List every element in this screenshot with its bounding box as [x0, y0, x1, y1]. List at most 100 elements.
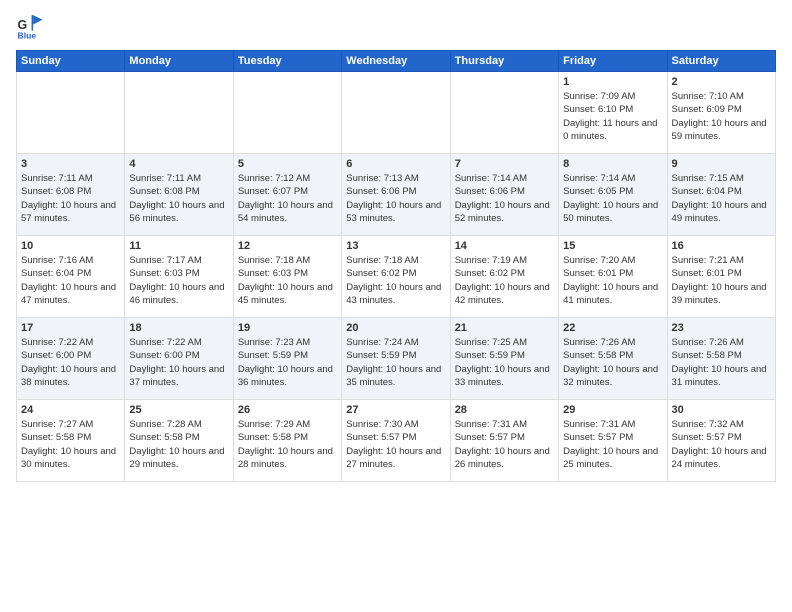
- calendar-cell: [125, 72, 233, 154]
- day-number: 28: [455, 404, 554, 416]
- day-number: 3: [21, 158, 120, 170]
- day-info: Daylight: 10 hours and 43 minutes.: [346, 281, 445, 308]
- day-info: Sunset: 6:05 PM: [563, 185, 662, 198]
- day-number: 2: [672, 76, 771, 88]
- day-info: Sunset: 5:57 PM: [563, 431, 662, 444]
- col-header-sunday: Sunday: [17, 51, 125, 72]
- calendar-cell: 7Sunrise: 7:14 AMSunset: 6:06 PMDaylight…: [450, 154, 558, 236]
- day-number: 16: [672, 240, 771, 252]
- calendar-cell: 24Sunrise: 7:27 AMSunset: 5:58 PMDayligh…: [17, 400, 125, 482]
- day-info: Daylight: 10 hours and 25 minutes.: [563, 445, 662, 472]
- calendar-cell: 5Sunrise: 7:12 AMSunset: 6:07 PMDaylight…: [233, 154, 341, 236]
- day-info: Sunset: 5:58 PM: [129, 431, 228, 444]
- day-info: Sunrise: 7:15 AM: [672, 172, 771, 185]
- day-number: 22: [563, 322, 662, 334]
- day-info: Daylight: 10 hours and 31 minutes.: [672, 363, 771, 390]
- week-row-4: 17Sunrise: 7:22 AMSunset: 6:00 PMDayligh…: [17, 318, 776, 400]
- col-header-thursday: Thursday: [450, 51, 558, 72]
- day-info: Sunrise: 7:18 AM: [238, 254, 337, 267]
- calendar-cell: [17, 72, 125, 154]
- day-info: Sunrise: 7:28 AM: [129, 418, 228, 431]
- calendar-cell: 1Sunrise: 7:09 AMSunset: 6:10 PMDaylight…: [559, 72, 667, 154]
- day-info: Sunset: 5:57 PM: [672, 431, 771, 444]
- logo-icon: G Blue: [16, 12, 44, 40]
- calendar-cell: 20Sunrise: 7:24 AMSunset: 5:59 PMDayligh…: [342, 318, 450, 400]
- calendar-cell: 8Sunrise: 7:14 AMSunset: 6:05 PMDaylight…: [559, 154, 667, 236]
- day-info: Sunset: 5:59 PM: [455, 349, 554, 362]
- day-info: Sunrise: 7:23 AM: [238, 336, 337, 349]
- col-header-tuesday: Tuesday: [233, 51, 341, 72]
- day-info: Sunrise: 7:31 AM: [455, 418, 554, 431]
- calendar-table: SundayMondayTuesdayWednesdayThursdayFrid…: [16, 50, 776, 482]
- day-info: Sunset: 5:58 PM: [238, 431, 337, 444]
- day-number: 6: [346, 158, 445, 170]
- day-info: Daylight: 10 hours and 27 minutes.: [346, 445, 445, 472]
- col-header-wednesday: Wednesday: [342, 51, 450, 72]
- day-info: Sunset: 6:08 PM: [129, 185, 228, 198]
- calendar-cell: [450, 72, 558, 154]
- calendar-cell: 18Sunrise: 7:22 AMSunset: 6:00 PMDayligh…: [125, 318, 233, 400]
- day-info: Daylight: 10 hours and 29 minutes.: [129, 445, 228, 472]
- calendar-cell: 3 Sunrise: 7:11 AMSunset: 6:08 PMDaylight…: [17, 154, 125, 236]
- day-info: Sunset: 6:01 PM: [672, 267, 771, 280]
- day-info: Daylight: 10 hours and 57 minutes.: [21, 199, 120, 226]
- day-info: Sunrise: 7:20 AM: [563, 254, 662, 267]
- day-info: Sunrise: 7:18 AM: [346, 254, 445, 267]
- day-info: Sunset: 6:08 PM: [21, 185, 120, 198]
- day-info: Daylight: 10 hours and 38 minutes.: [21, 363, 120, 390]
- day-info: Daylight: 10 hours and 59 minutes.: [672, 117, 771, 144]
- calendar-cell: 2Sunrise: 7:10 AMSunset: 6:09 PMDaylight…: [667, 72, 775, 154]
- day-info: Daylight: 10 hours and 26 minutes.: [455, 445, 554, 472]
- calendar-cell: 15Sunrise: 7:20 AMSunset: 6:01 PMDayligh…: [559, 236, 667, 318]
- day-info: Sunrise: 7:31 AM: [563, 418, 662, 431]
- day-number: 24: [21, 404, 120, 416]
- day-info: Sunrise: 7:16 AM: [21, 254, 120, 267]
- day-number: 8: [563, 158, 662, 170]
- day-info: Sunrise: 7:19 AM: [455, 254, 554, 267]
- day-info: Sunset: 5:59 PM: [238, 349, 337, 362]
- day-info: Sunrise: 7:21 AM: [672, 254, 771, 267]
- calendar-cell: 12 Sunrise: 7:18 AMSunset: 6:03 PMDayligh…: [233, 236, 341, 318]
- calendar-cell: 10 Sunrise: 7:16 AMSunset: 6:04 PMDayligh…: [17, 236, 125, 318]
- day-info: Sunrise: 7:11 AM: [21, 172, 120, 185]
- day-info: Sunset: 6:10 PM: [563, 103, 662, 116]
- day-info: Sunset: 6:03 PM: [238, 267, 337, 280]
- day-number: 29: [563, 404, 662, 416]
- calendar-cell: [342, 72, 450, 154]
- day-number: 11: [129, 240, 228, 252]
- day-info: Sunset: 6:02 PM: [455, 267, 554, 280]
- calendar-cell: 13Sunrise: 7:18 AMSunset: 6:02 PMDayligh…: [342, 236, 450, 318]
- day-info: Sunset: 5:57 PM: [346, 431, 445, 444]
- day-info: Daylight: 10 hours and 54 minutes.: [238, 199, 337, 226]
- day-info: Daylight: 10 hours and 35 minutes.: [346, 363, 445, 390]
- day-info: Sunset: 6:02 PM: [346, 267, 445, 280]
- day-info: Sunrise: 7:14 AM: [455, 172, 554, 185]
- calendar-cell: 27Sunrise: 7:30 AMSunset: 5:57 PMDayligh…: [342, 400, 450, 482]
- day-info: Daylight: 10 hours and 45 minutes.: [238, 281, 337, 308]
- calendar-cell: 4Sunrise: 7:11 AMSunset: 6:08 PMDaylight…: [125, 154, 233, 236]
- day-info: Sunrise: 7:14 AM: [563, 172, 662, 185]
- day-info: Daylight: 10 hours and 47 minutes.: [21, 281, 120, 308]
- day-number: 12: [238, 240, 337, 252]
- calendar-cell: 30Sunrise: 7:32 AMSunset: 5:57 PMDayligh…: [667, 400, 775, 482]
- day-info: Sunrise: 7:22 AM: [129, 336, 228, 349]
- day-number: 5: [238, 158, 337, 170]
- day-info: Sunrise: 7:10 AM: [672, 90, 771, 103]
- calendar-cell: 11Sunrise: 7:17 AMSunset: 6:03 PMDayligh…: [125, 236, 233, 318]
- day-number: 10: [21, 240, 120, 252]
- day-number: 7: [455, 158, 554, 170]
- week-row-2: 3Sunrise: 7:11 AMSunset: 6:08 PMDaylight…: [17, 154, 776, 236]
- day-number: 27: [346, 404, 445, 416]
- day-info: Daylight: 10 hours and 30 minutes.: [21, 445, 120, 472]
- day-info: Sunset: 6:03 PM: [129, 267, 228, 280]
- calendar-cell: 9Sunrise: 7:15 AMSunset: 6:04 PMDaylight…: [667, 154, 775, 236]
- day-number: 4: [129, 158, 228, 170]
- header: G Blue: [16, 12, 776, 40]
- day-info: Daylight: 10 hours and 42 minutes.: [455, 281, 554, 308]
- day-info: Sunrise: 7:27 AM: [21, 418, 120, 431]
- day-info: Daylight: 10 hours and 33 minutes.: [455, 363, 554, 390]
- day-info: Sunrise: 7:24 AM: [346, 336, 445, 349]
- day-info: Daylight: 10 hours and 46 minutes.: [129, 281, 228, 308]
- day-info: Sunrise: 7:26 AM: [672, 336, 771, 349]
- day-info: Sunset: 6:04 PM: [21, 267, 120, 280]
